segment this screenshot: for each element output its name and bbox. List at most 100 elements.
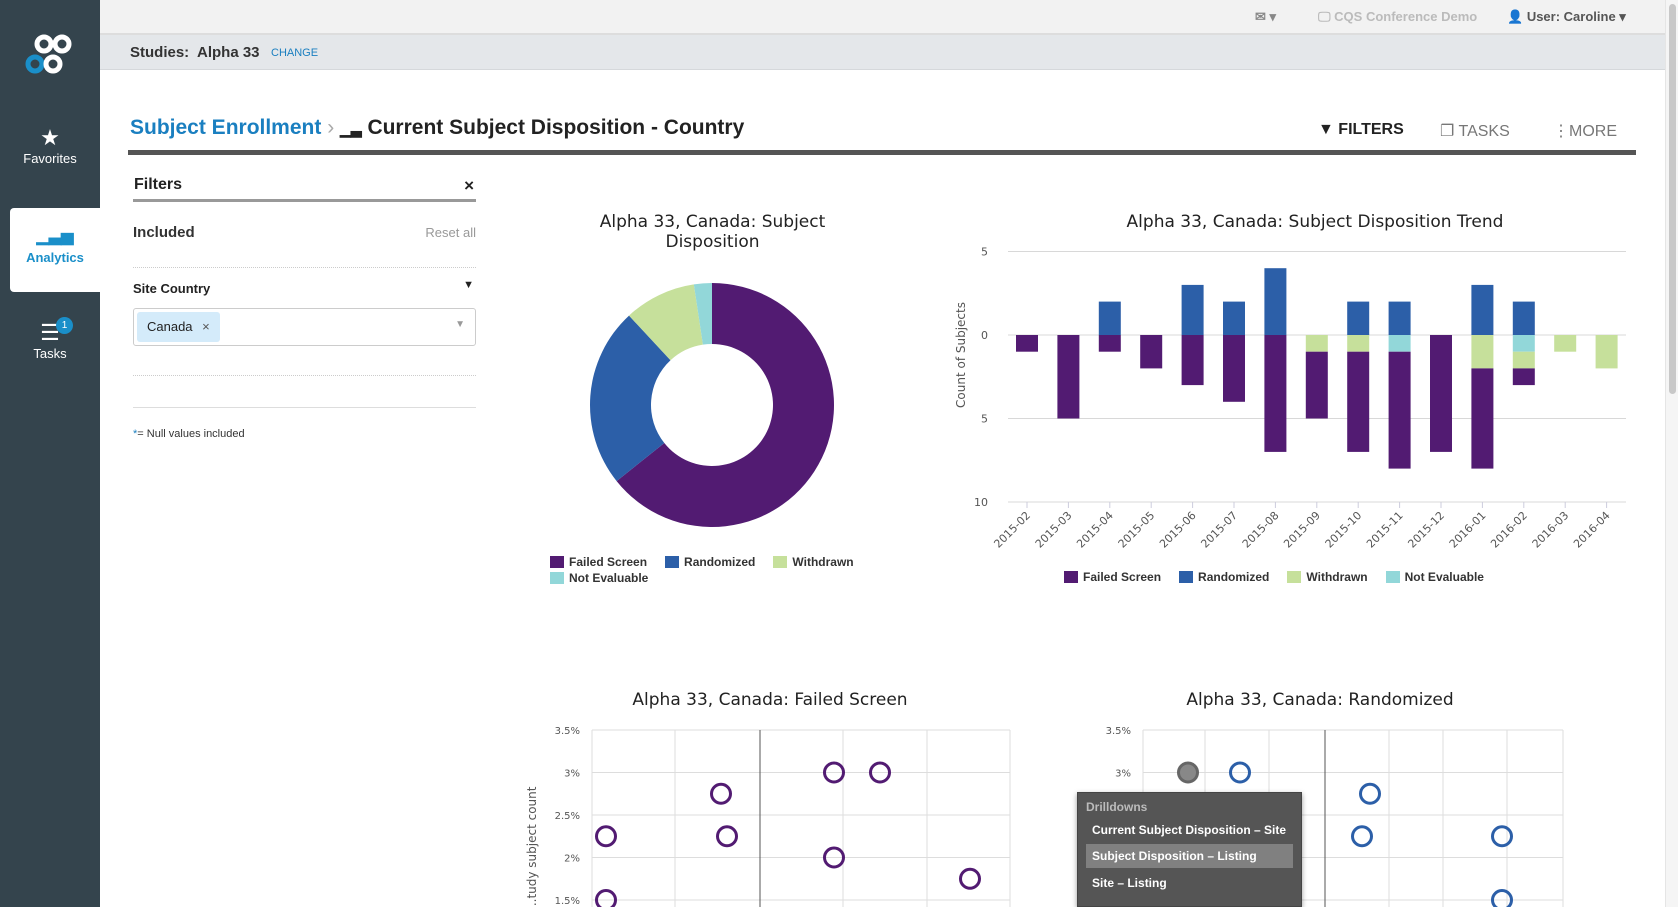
failed-screen-chart-title: Alpha 33, Canada: Failed Screen: [632, 690, 908, 710]
legend-item[interactable]: Failed Screen: [550, 555, 647, 569]
trend-chart: 50510Count of Subjects2015-02 2015-03 2015…: [954, 246, 1626, 551]
legend-item[interactable]: Not Evaluable: [1385, 570, 1484, 584]
filters-panel: Filters × Included Reset all Site Countr…: [133, 174, 476, 440]
bar-segment: [1181, 335, 1204, 386]
country-chip: Canada ×: [137, 312, 220, 342]
mail-icon[interactable]: ✉ ▾: [1255, 9, 1276, 25]
bar-segment: [1347, 301, 1370, 335]
bar-segment: [1554, 335, 1577, 352]
trend-chart-title: Alpha 33, Canada: Subject Disposition Tr…: [1126, 212, 1504, 232]
bar-segment: [1595, 335, 1618, 369]
legend-item[interactable]: Withdrawn: [1287, 570, 1368, 584]
randomized-chart-title: Alpha 33, Canada: Randomized: [1186, 690, 1454, 710]
more-vertical-icon: ⋮: [1553, 123, 1569, 140]
user-menu[interactable]: 👤 User: Caroline ▾: [1507, 9, 1626, 25]
data-point: [1177, 761, 1199, 784]
reset-all-link[interactable]: Reset all: [425, 225, 476, 240]
data-point: [595, 825, 617, 848]
bar-segment: [1471, 368, 1494, 469]
donut-legend: Failed Screen Randomized Withdrawn Not Eval…: [550, 555, 890, 585]
scrollbar[interactable]: [1665, 0, 1678, 907]
x-tick-label: 2015-03: [1033, 509, 1075, 551]
drilldown-item[interactable]: Subject Disposition – Listing: [1086, 844, 1293, 868]
bar-segment: [1347, 335, 1370, 352]
legend-item[interactable]: Failed Screen: [1064, 570, 1161, 584]
drilldown-item[interactable]: Site – Listing: [1078, 870, 1301, 896]
legend-item[interactable]: Randomized: [665, 555, 755, 569]
copy-icon: ❐: [1440, 123, 1455, 140]
filter-icon: ▼: [1318, 121, 1334, 138]
change-study-link[interactable]: CHANGE: [271, 47, 318, 59]
x-tick-label: 2015-07: [1198, 509, 1240, 551]
bar-segment: [1388, 301, 1411, 335]
bar-chart-icon: ▁▃: [340, 121, 362, 137]
legend-item[interactable]: Withdrawn: [773, 555, 854, 569]
dropdown-caret-icon[interactable]: ▼: [455, 319, 465, 330]
data-point: [1491, 825, 1513, 848]
studies-label: Studies:: [130, 44, 190, 61]
trend-legend: Failed Screen Randomized Withdrawn Not Eval…: [1064, 570, 1484, 584]
bar-segment: [1264, 335, 1287, 452]
x-tick-label: 2015-12: [1405, 509, 1447, 551]
y-tick-label: 1.5%: [555, 896, 580, 907]
sidebar-item-analytics[interactable]: ▁▃▅ Analytics: [10, 208, 100, 292]
legend-item[interactable]: Not Evaluable: [550, 571, 648, 585]
data-point: [1351, 825, 1373, 848]
y-tick-label: 3%: [564, 769, 580, 780]
sidebar-item-favorites[interactable]: ★ Favorites: [0, 125, 100, 185]
tasks-button[interactable]: ❐ TASKS: [1440, 121, 1510, 141]
breadcrumb: Subject Enrollment › ▁▃ Current Subject …: [130, 116, 744, 140]
x-tick-label: 2015-06: [1157, 509, 1199, 551]
bar-segment: [1181, 284, 1204, 335]
bar-segment: [1388, 335, 1411, 352]
user-icon: 👤: [1507, 9, 1524, 24]
x-tick-label: 2015-10: [1323, 509, 1365, 551]
filters-button[interactable]: ▼ FILTERS: [1318, 121, 1404, 139]
bar-segment: [1471, 284, 1494, 335]
legend-item[interactable]: Randomized: [1179, 570, 1269, 584]
breadcrumb-parent-link[interactable]: Subject Enrollment: [130, 116, 321, 139]
app-logo[interactable]: [24, 34, 76, 78]
scrollbar-thumb[interactable]: [1669, 4, 1676, 394]
monitor-icon: 🖵: [1318, 9, 1331, 24]
star-icon: ★: [40, 125, 60, 150]
bar-chart-icon: ▁▃▅: [36, 228, 74, 245]
top-bar: ✉ ▾ 🖵 CQS Conference Demo 👤 User: Caroli…: [100, 0, 1665, 35]
null-values-note: *= Null values included: [133, 428, 245, 440]
data-point: [959, 867, 981, 890]
bar-segment: [1305, 335, 1328, 352]
sidebar-item-tasks[interactable]: ☰ 1 Tasks: [0, 317, 100, 380]
chevron-right-icon: ›: [327, 116, 335, 139]
x-tick-label: 2016-02: [1488, 509, 1530, 551]
y-tick-label: 0: [981, 329, 988, 342]
bar-segment: [1347, 351, 1370, 452]
bar-segment: [1512, 351, 1535, 369]
study-name: Alpha 33: [197, 44, 260, 61]
title-divider: [128, 150, 1636, 155]
study-bar: Studies: Alpha 33 CHANGE: [100, 35, 1665, 70]
donut-chart-title: Alpha 33, Canada: Subject Disposition: [599, 212, 826, 252]
y-axis-label: Count of Subjects: [954, 302, 968, 408]
close-filters-button[interactable]: ×: [464, 176, 474, 196]
bar-segment: [1512, 368, 1535, 386]
site-country-select[interactable]: Canada × ▼: [133, 308, 476, 346]
x-tick-label: 2015-09: [1281, 509, 1323, 551]
bar-segment: [1512, 301, 1535, 335]
remove-chip-button[interactable]: ×: [202, 319, 210, 334]
tooltip-header: Drilldowns: [1086, 800, 1148, 814]
bar-segment: [1471, 335, 1494, 369]
y-tick-label: 3.5%: [555, 726, 580, 737]
donut-chart: [590, 283, 834, 527]
workspace-link[interactable]: 🖵 CQS Conference Demo: [1318, 9, 1477, 25]
collapse-caret-icon[interactable]: ▼: [463, 279, 474, 291]
x-tick-label: 2016-04: [1571, 509, 1613, 551]
drilldown-item[interactable]: Current Subject Disposition – Site: [1078, 818, 1301, 842]
data-point: [1491, 889, 1513, 907]
bar-segment: [1388, 351, 1411, 469]
x-tick-label: 2016-01: [1447, 509, 1489, 551]
filters-title: Filters: [134, 176, 183, 193]
y-tick-label: 3.5%: [1106, 726, 1131, 737]
y-tick-label: 5: [981, 246, 988, 259]
more-button[interactable]: ⋮MORE: [1553, 121, 1617, 141]
y-tick-label: 10: [974, 496, 988, 509]
